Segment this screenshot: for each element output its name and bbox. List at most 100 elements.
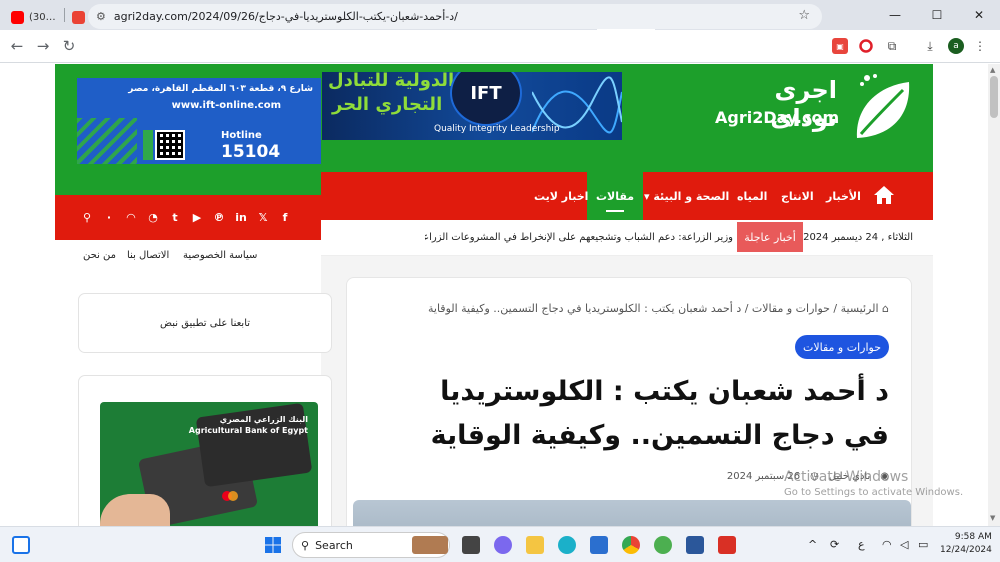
word-icon[interactable] xyxy=(686,536,704,554)
about-link[interactable]: من نحن xyxy=(83,250,116,261)
qr-code-icon xyxy=(155,130,185,160)
ad-hotline-label: Hotline xyxy=(221,130,262,141)
edge-icon[interactable] xyxy=(558,536,576,554)
hand-image xyxy=(100,494,170,526)
alert-icon[interactable]: ⟳ xyxy=(830,538,839,551)
globe-app-icon[interactable] xyxy=(654,536,672,554)
nav-item-articles[interactable]: مقالات xyxy=(587,172,644,220)
search-icon: ⚲ xyxy=(301,538,310,552)
teams-icon[interactable] xyxy=(494,536,512,554)
top-links: سياسة الخصوصية الاتصال بنا من نحن xyxy=(55,240,321,270)
category-badge[interactable]: حوارات و مقالات xyxy=(794,335,889,359)
main-nav: الأخبار الانتاج المياه الصحة و البيئة ▾ … xyxy=(321,172,933,220)
breaking-news-headline[interactable]: وزير الزراعة: دعم الشباب وتشجيعهم على ال… xyxy=(425,232,733,243)
scroll-up-icon[interactable]: ▲ xyxy=(990,66,995,74)
breadcrumb: ⌂ الرئيسية / حوارات و مقالات / د أحمد شع… xyxy=(428,302,889,315)
tumblr-icon[interactable]: t xyxy=(167,209,183,225)
battery-icon[interactable]: ▭ xyxy=(918,538,928,551)
search-icon[interactable]: ⚲ xyxy=(79,209,95,225)
page-scrollbar[interactable]: ▲ ▼ xyxy=(988,64,1000,526)
home-small-icon[interactable]: ⌂ xyxy=(882,302,889,315)
ad-website: www.ift-online.com xyxy=(171,100,281,111)
reload-icon[interactable]: ↻ xyxy=(56,37,82,55)
x-twitter-icon[interactable]: 𝕏 xyxy=(255,209,271,225)
volume-icon[interactable]: ◁ xyxy=(900,538,908,551)
rss-icon[interactable]: ◠ xyxy=(123,209,139,225)
close-window-button[interactable]: ✕ xyxy=(958,0,1000,30)
bookmark-star-icon[interactable]: ☆ xyxy=(798,8,810,23)
pdf-extension-icon[interactable]: ▣ xyxy=(832,38,848,54)
chevron-up-icon[interactable]: ^ xyxy=(808,538,817,551)
tab-favicon-icon xyxy=(72,10,85,24)
ift-banner-ad[interactable]: الدولية للتبادل التجاري الحر IFT Quality… xyxy=(322,72,622,140)
nav-item-water[interactable]: المياه xyxy=(737,172,767,220)
search-highlight-image[interactable] xyxy=(412,536,448,554)
download-icon[interactable]: ⤓ xyxy=(922,38,938,54)
menu-kebab-icon[interactable]: ⋮ xyxy=(972,38,988,54)
bank-name-english: Agricultural Bank of Egypt xyxy=(188,426,308,435)
bank-ad[interactable]: البنك الزراعي المصري Agricultural Bank o… xyxy=(100,402,318,526)
windows-start-icon[interactable] xyxy=(264,536,282,554)
pinterest-icon[interactable]: ℗ xyxy=(211,209,227,225)
file-explorer-icon[interactable] xyxy=(526,536,544,554)
hotline-banner-ad[interactable]: شارع ٩، قطعة ٦٠٣ المقطم القاهرة، مصر www… xyxy=(77,78,321,164)
breadcrumb-text[interactable]: الرئيسية / حوارات و مقالات / د أحمد شعبا… xyxy=(428,302,879,315)
nav-item-production[interactable]: الانتاج xyxy=(781,172,814,220)
linkedin-icon[interactable]: in xyxy=(233,209,249,225)
windows-taskbar: ⚲ Search ^ ⟳ ع ◠ ◁ ▭ 9:58 AM 12/24/2024 xyxy=(0,526,1000,562)
window-controls: — ☐ ✕ xyxy=(874,0,1000,30)
random-icon[interactable]: · xyxy=(101,209,117,225)
ad-tagline: Quality Integrity Leadership xyxy=(434,124,560,134)
extensions-puzzle-icon[interactable]: ⧉ xyxy=(884,38,900,54)
store-icon[interactable] xyxy=(590,536,608,554)
bank-name-arabic: البنك الزراعي المصري xyxy=(219,415,308,424)
wifi-icon[interactable]: ◠ xyxy=(882,538,892,551)
tab-favicon-icon xyxy=(11,10,24,24)
maximize-button[interactable]: ☐ xyxy=(916,0,958,30)
ad-hotline-number: 15104 xyxy=(221,142,281,162)
minimize-button[interactable]: — xyxy=(874,0,916,30)
whatsapp-icon[interactable]: ◔ xyxy=(145,209,161,225)
site-info-icon[interactable]: ⚙ xyxy=(96,10,106,23)
ad-headline-2: التجاري الحر xyxy=(332,94,443,115)
url-field[interactable]: ⚙ agri2day.com/2024/09/26/د-أحمد-شعبان-ي… xyxy=(88,4,822,29)
scroll-down-icon[interactable]: ▼ xyxy=(990,514,995,522)
youtube-icon[interactable]: ▶ xyxy=(189,209,205,225)
taskbar-search-placeholder: Search xyxy=(315,538,353,552)
forward-icon[interactable]: → xyxy=(30,37,56,55)
site-logo-english[interactable]: Agri2Day.com xyxy=(715,108,839,127)
ad-scan-strip xyxy=(143,130,153,160)
follow-text[interactable]: تابعنا على تطبيق نبض xyxy=(160,318,250,329)
web-page: اجرى توداى Agri2Day.com الدولية للتبادل … xyxy=(0,64,988,526)
leaf-logo-icon[interactable] xyxy=(853,72,913,142)
acrobat-icon[interactable] xyxy=(718,536,736,554)
back-icon[interactable]: ← xyxy=(4,37,30,55)
address-bar-row: ← → ↻ xyxy=(0,30,1000,63)
clock-time: 9:58 AM xyxy=(954,532,992,542)
language-indicator[interactable]: ع xyxy=(858,538,865,551)
article-title: د أحمد شعبان يكتب : الكلوستريديا في دجاج… xyxy=(430,376,889,451)
home-icon[interactable] xyxy=(873,184,895,206)
nav-item-light-news[interactable]: اخبار لايت xyxy=(534,172,588,220)
task-view-icon[interactable] xyxy=(462,536,480,554)
privacy-link[interactable]: سياسة الخصوصية xyxy=(183,250,257,261)
nav-item-news[interactable]: الأخبار xyxy=(826,172,861,220)
clock-date: 12/24/2024 xyxy=(940,545,992,555)
browser-tab[interactable]: (3043) xyxy=(4,4,64,30)
contact-link[interactable]: الاتصال بنا xyxy=(127,250,169,261)
widgets-icon[interactable] xyxy=(12,536,30,554)
opera-extension-icon[interactable] xyxy=(858,38,874,54)
ad-address: شارع ٩، قطعة ٦٠٣ المقطم القاهرة، مصر xyxy=(128,84,313,94)
ad-headline-1: الدولية للتبادل xyxy=(328,72,455,91)
profile-avatar[interactable]: a xyxy=(948,38,964,54)
system-clock[interactable]: 9:58 AM 12/24/2024 xyxy=(940,531,992,557)
breaking-news-label: أخبار عاجلة xyxy=(737,222,803,252)
tab-label: (3043) xyxy=(29,11,57,23)
chrome-icon[interactable] xyxy=(622,536,640,554)
url-text[interactable]: agri2day.com/2024/09/26/د-أحمد-شعبان-يكت… xyxy=(114,10,458,23)
facebook-icon[interactable]: f xyxy=(277,209,293,225)
nav-item-health-environment[interactable]: الصحة و البيئة ▾ xyxy=(644,172,729,220)
scrollbar-thumb[interactable] xyxy=(990,76,998,118)
article-featured-image xyxy=(353,500,911,526)
follow-card: تابعنا على تطبيق نبض xyxy=(78,293,332,353)
